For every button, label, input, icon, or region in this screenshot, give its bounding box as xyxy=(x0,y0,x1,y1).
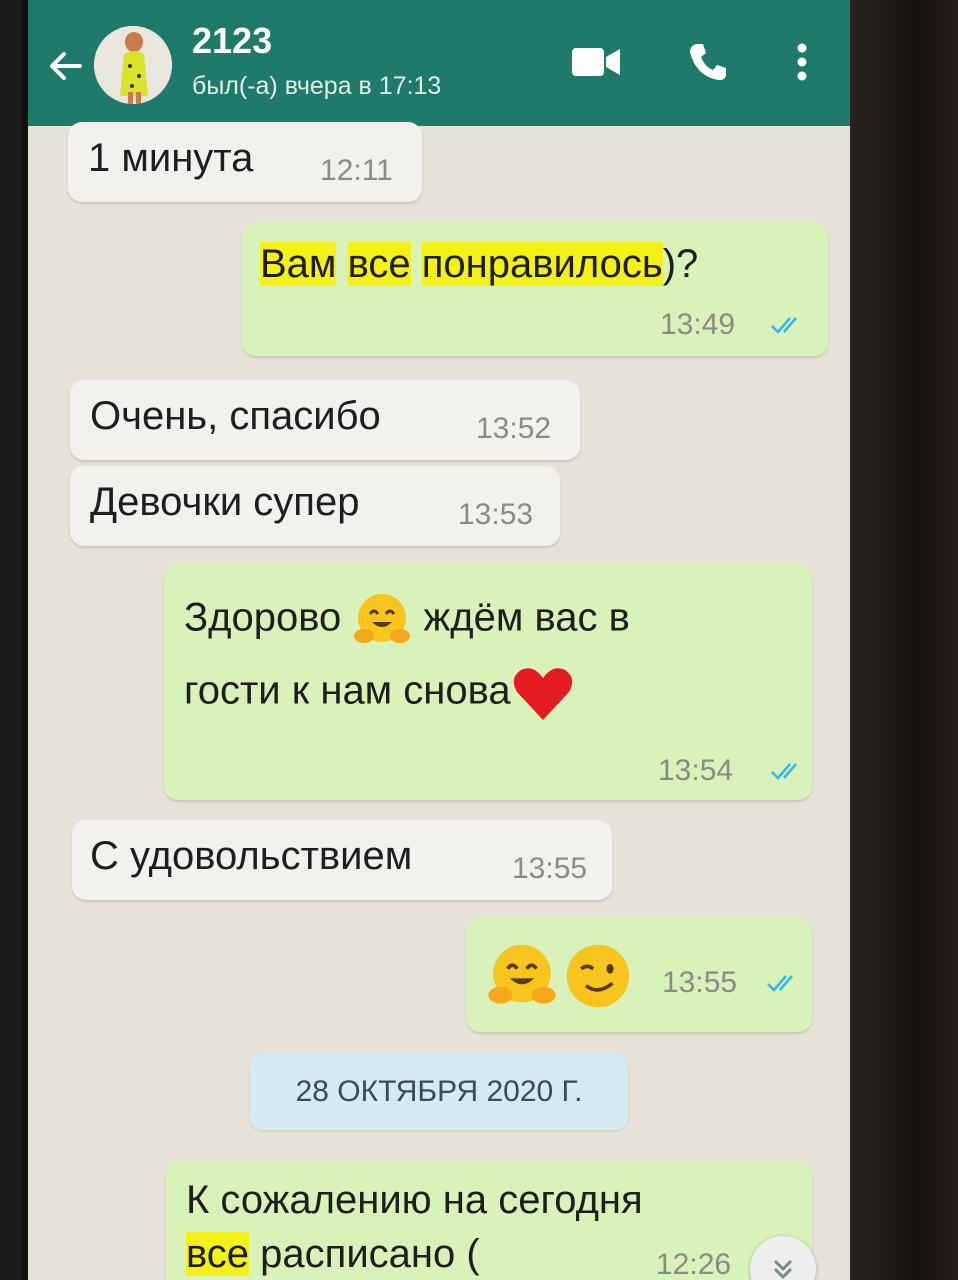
message-time: 13:49 xyxy=(660,308,736,341)
message-text: Здорово xyxy=(184,595,342,640)
menu-button[interactable] xyxy=(780,40,824,84)
last-seen-status: был(-а) вчера в 17:13 xyxy=(192,72,442,100)
highlighted-word: все xyxy=(186,1232,250,1276)
message-incoming[interactable]: С удовольствием 13:55 xyxy=(72,820,612,900)
arrow-left-icon xyxy=(50,52,82,80)
message-list[interactable]: 1 минута 12:11 Вам все понравилось)? 13:… xyxy=(28,122,856,1280)
message-text: С удовольствием xyxy=(90,834,413,878)
message-incoming[interactable]: Девочки супер 13:53 xyxy=(70,466,560,546)
chevron-double-down-icon xyxy=(773,1259,793,1280)
video-camera-icon xyxy=(572,48,620,76)
message-line: все расписано ( xyxy=(186,1232,480,1277)
device-frame xyxy=(850,0,958,1280)
hugging-face-emoji xyxy=(488,944,556,1004)
message-outgoing[interactable]: 13:55 xyxy=(466,918,812,1032)
double-check-icon xyxy=(767,975,793,992)
message-incoming[interactable]: 1 минута 12:11 xyxy=(68,122,422,202)
winking-face-emoji xyxy=(566,944,630,1008)
avatar-image xyxy=(94,26,172,104)
double-check-icon xyxy=(771,317,797,334)
highlighted-word: понравилось xyxy=(421,242,663,286)
back-button[interactable] xyxy=(44,44,88,88)
message-text-tail: )? xyxy=(662,242,699,286)
red-heart-emoji xyxy=(513,668,572,720)
message-time: 12:26 xyxy=(656,1248,732,1280)
message-text: Вам все понравилось)? xyxy=(260,242,698,287)
message-incoming[interactable]: Очень, спасибо 13:52 xyxy=(70,380,580,460)
message-time: 13:53 xyxy=(458,498,534,531)
message-outgoing[interactable]: Вам все понравилось)? 13:49 xyxy=(242,222,828,356)
highlighted-word: Вам xyxy=(260,242,337,286)
hugging-face-emoji xyxy=(354,594,411,643)
message-time: 13:55 xyxy=(512,852,588,885)
double-check-icon xyxy=(771,763,797,780)
message-text: Девочки супер xyxy=(90,480,360,524)
voice-call-button[interactable] xyxy=(682,40,734,84)
highlighted-word: все xyxy=(347,242,411,286)
avatar[interactable] xyxy=(94,26,172,104)
message-time: 13:52 xyxy=(476,412,552,445)
more-vertical-icon xyxy=(797,43,807,81)
message-text: Очень, спасибо xyxy=(90,394,381,438)
message-line: гости к нам снова xyxy=(184,664,575,722)
phone-screen: 2123 был(-а) вчера в 17:13 1 минута 12:1… xyxy=(22,0,856,1280)
message-time: 13:54 xyxy=(658,754,734,787)
message-text: ждём вас в xyxy=(423,595,630,640)
message-outgoing[interactable]: К сожалению на сегодня все расписано ( 1… xyxy=(166,1162,812,1280)
message-text: гости к нам снова xyxy=(184,668,511,713)
date-separator: 28 ОКТЯБРЯ 2020 Г. xyxy=(250,1054,628,1130)
phone-icon xyxy=(690,44,726,81)
message-time: 13:55 xyxy=(662,966,738,999)
message-line: Здорово ждём вас в xyxy=(184,590,630,650)
contact-name[interactable]: 2123 xyxy=(192,20,272,62)
message-outgoing[interactable]: Здорово ждём вас в гости к нам снова 13:… xyxy=(164,564,812,800)
message-text: 1 минута xyxy=(88,136,254,180)
message-text: К сожалению на сегодня xyxy=(186,1178,643,1222)
message-time: 12:11 xyxy=(320,154,393,187)
message-text: расписано ( xyxy=(260,1232,480,1276)
video-call-button[interactable] xyxy=(570,40,622,84)
chat-header: 2123 был(-а) вчера в 17:13 xyxy=(28,0,856,126)
